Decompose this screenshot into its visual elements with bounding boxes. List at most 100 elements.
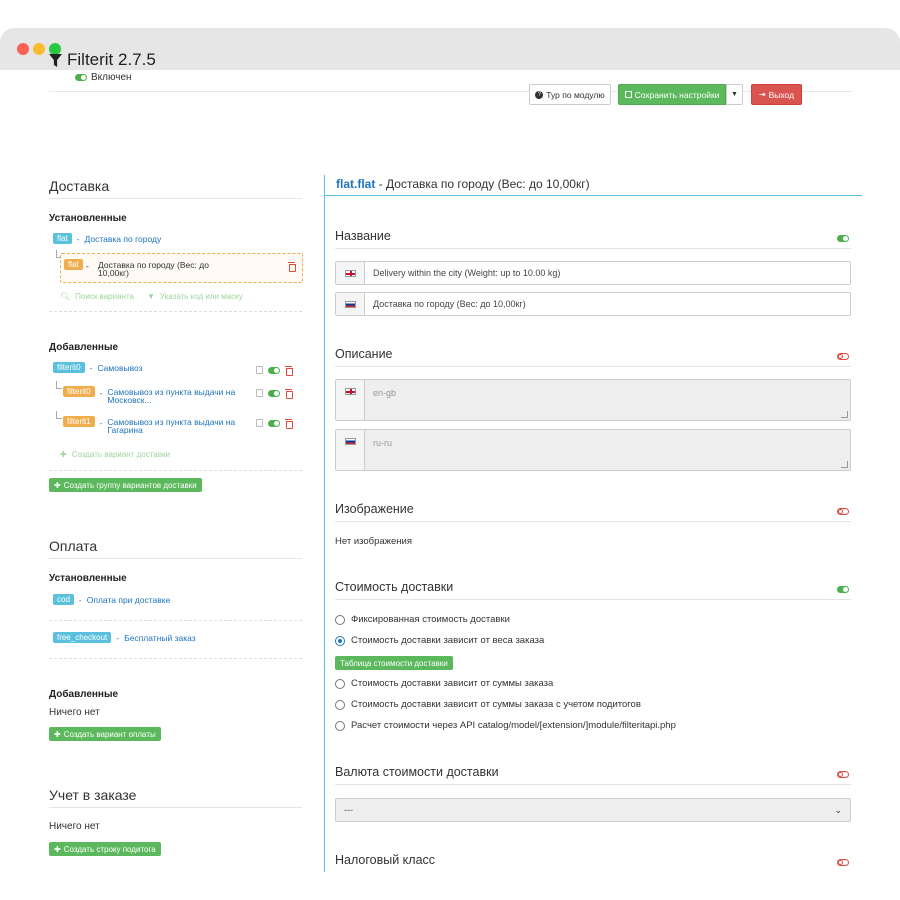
cost-option[interactable]: Стоимость доставки зависит от суммы зака… [335, 699, 641, 710]
module-status: Включен [75, 72, 132, 83]
create-group-button[interactable]: ✚ Создать группу вариантов доставки [49, 478, 202, 492]
variant-code-badge: flat [64, 259, 83, 270]
create-payment-button[interactable]: ✚ Создать вариант оплаты [49, 727, 161, 741]
variant-code-badge: filterit1 [63, 416, 95, 427]
dash: - [99, 418, 103, 428]
cost-option[interactable]: Стоимость доставки зависит от суммы зака… [335, 678, 553, 689]
currency-select-value: --- [344, 805, 353, 815]
filter-mask-link[interactable]: Указать код или маску [160, 292, 243, 301]
payment-installed-title: Установленные [49, 573, 127, 584]
name-section-toggle[interactable] [837, 235, 849, 242]
variant-link[interactable]: Самовывоз из пункта выдачи на Московск..… [107, 388, 242, 405]
cost-section-toggle[interactable] [837, 586, 849, 593]
search-variant-link[interactable]: Поиск варианта [75, 292, 134, 301]
enable-toggle[interactable] [268, 389, 280, 397]
cost-option-label: Стоимость доставки зависит от суммы зака… [351, 678, 554, 689]
radio-button[interactable] [335, 678, 345, 689]
code-badge: cod [53, 594, 74, 605]
selected-variant-row[interactable]: flat - Доставка по городу (Вес: до 10,00… [60, 253, 303, 283]
enable-toggle[interactable] [268, 419, 280, 427]
radio-button-checked[interactable] [335, 635, 345, 646]
variant-code-badge: filterit0 [63, 386, 95, 397]
create-order-total-button[interactable]: ✚ Создать строку подитога [49, 842, 161, 856]
payment-section-title: Оплата [49, 538, 302, 559]
minimize-window-dot[interactable] [33, 43, 45, 55]
description-ru-field[interactable]: ru-ru [335, 429, 851, 471]
create-payment-label: Создать вариант оплаты [63, 729, 156, 739]
description-ru-textarea[interactable]: ru-ru [365, 430, 850, 470]
delivery-added-variant[interactable]: filterit1 - Самовывоз из пункта выдачи н… [63, 416, 242, 434]
delivery-installed-link[interactable]: Доставка по городу [85, 234, 162, 244]
filter-icon [49, 53, 62, 67]
create-variant-label: Создать вариант доставки [71, 450, 170, 459]
description-section-toggle[interactable] [837, 353, 849, 360]
plus-icon: ✚ [54, 480, 61, 490]
row-actions [256, 419, 293, 429]
exit-button-label: Выход [768, 89, 795, 100]
variant-tools: 🔍︎ Поиск варианта ▼ Указать код или маск… [60, 292, 243, 301]
name-en-field[interactable]: Delivery within the city (Weight: up to … [335, 261, 851, 285]
radio-button[interactable] [335, 720, 345, 731]
cost-option-label: Фиксированная стоимость доставки [351, 614, 510, 625]
editor-code: flat.flat [336, 177, 376, 191]
trash-icon[interactable] [285, 389, 293, 399]
create-order-total-label: Создать строку подитога [63, 844, 156, 854]
module-status-toggle[interactable] [75, 74, 87, 81]
cost-option[interactable]: Стоимость доставки зависит от веса заказ… [335, 635, 544, 646]
image-section-header: Изображение [335, 502, 851, 522]
image-empty-text: Нет изображения [335, 536, 413, 547]
code-badge: filterit0 [53, 362, 85, 373]
delivery-added-item[interactable]: filterit0 - Самовывоз [53, 362, 143, 373]
description-en-textarea[interactable]: en-gb [365, 380, 850, 420]
delivery-added-link[interactable]: Самовывоз [97, 363, 142, 373]
save-button[interactable]: Сохранить настройки [618, 84, 726, 105]
name-en-input[interactable]: Delivery within the city (Weight: up to … [365, 262, 850, 284]
copy-icon[interactable] [256, 419, 263, 427]
plus-icon: ✚ [54, 844, 61, 854]
editor-border [324, 175, 325, 872]
payment-link[interactable]: Оплата при доставке [87, 595, 171, 605]
cost-table-button[interactable]: Таблица стоимости доставки [335, 656, 453, 670]
dash: - [89, 362, 93, 373]
save-options-dropdown[interactable]: ▼ [726, 84, 743, 105]
name-section-header: Название [335, 229, 851, 249]
currency-select[interactable]: --- ⌄ [335, 798, 851, 822]
delivery-installed-item[interactable]: flat - Доставка по городу [53, 233, 161, 244]
filter-icon: ▼ [146, 292, 155, 301]
editor-separator: - [375, 177, 387, 191]
exit-button[interactable]: ⇥ Выход [751, 84, 802, 105]
variant-link[interactable]: Самовывоз из пункта выдачи на Гагарина [107, 418, 242, 435]
payment-link[interactable]: Бесплатный заказ [124, 633, 196, 643]
cost-option-label: Стоимость доставки зависит от веса заказ… [351, 635, 545, 646]
copy-icon[interactable] [256, 366, 263, 374]
image-section-toggle[interactable] [837, 508, 849, 515]
description-section-header: Описание [335, 347, 851, 367]
tree-branch [56, 411, 62, 419]
enable-toggle[interactable] [268, 366, 280, 374]
create-variant-link[interactable]: ✚ Создать вариант доставки [60, 450, 170, 459]
tour-button[interactable]: ? Тур по модулю [529, 84, 611, 105]
dash: - [86, 261, 89, 271]
cost-option[interactable]: Фиксированная стоимость доставки [335, 614, 510, 625]
trash-icon[interactable] [288, 262, 296, 272]
description-en-field[interactable]: en-gb [335, 379, 851, 421]
payment-added-title: Добавленные [49, 689, 119, 700]
tax-section-toggle[interactable] [837, 859, 849, 866]
trash-icon[interactable] [285, 366, 293, 376]
payment-installed-item[interactable]: cod - Оплата при доставке [53, 594, 170, 605]
copy-icon[interactable] [256, 389, 263, 397]
divider [49, 658, 302, 659]
payment-installed-item[interactable]: free_checkout - Бесплатный заказ [53, 632, 196, 643]
dash: - [76, 233, 80, 244]
trash-icon[interactable] [285, 419, 293, 429]
dash: - [99, 388, 103, 398]
name-ru-field[interactable]: Доставка по городу (Вес: до 10,00кг) [335, 292, 851, 316]
currency-section-toggle[interactable] [837, 771, 849, 778]
close-window-dot[interactable] [17, 43, 29, 55]
delivery-added-variant[interactable]: filterit0 - Самовывоз из пункта выдачи н… [63, 386, 242, 404]
name-ru-input[interactable]: Доставка по городу (Вес: до 10,00кг) [365, 293, 850, 315]
cost-option[interactable]: Расчет стоимости через API catalog/model… [335, 720, 676, 731]
radio-button[interactable] [335, 699, 345, 710]
order-total-empty-text: Ничего нет [49, 821, 100, 832]
radio-button[interactable] [335, 614, 345, 625]
